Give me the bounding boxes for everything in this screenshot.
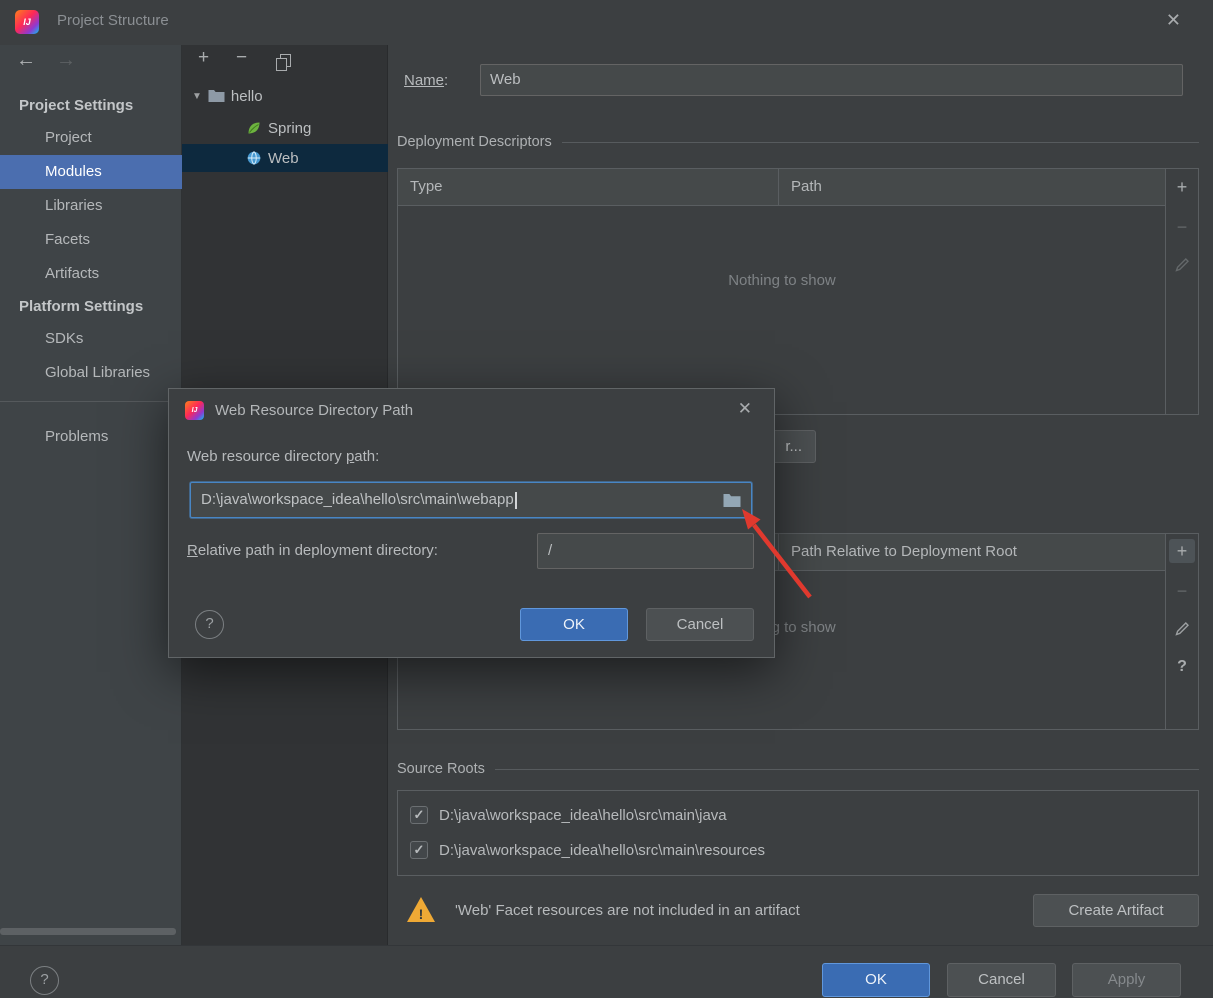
ok-button[interactable]: OK [822,963,930,997]
section-title: Source Roots [397,761,485,777]
source-roots-list: ✓ D:\java\workspace_idea\hello\src\main\… [397,790,1199,876]
deployment-descriptors-table: Type Path Nothing to show + − [397,168,1199,415]
sidebar-item-global-libraries[interactable]: Global Libraries [0,356,182,390]
web-resource-directory-dialog: IJ Web Resource Directory Path ✕ Web res… [168,388,775,658]
sidebar-item-sdks[interactable]: SDKs [0,322,182,356]
column-header-path-relative: Path Relative to Deployment Root [791,543,1017,560]
warning-text: 'Web' Facet resources are not included i… [455,902,800,919]
window-close-icon[interactable]: ✕ [1166,10,1181,31]
edit-icon[interactable] [1166,617,1198,641]
facet-name-input[interactable]: Web [480,64,1183,96]
forward-icon[interactable]: → [56,49,76,72]
help-button[interactable]: ? [30,966,59,995]
tree-node-web[interactable]: Web [182,144,388,172]
section-line [494,768,1199,770]
web-globe-icon [246,150,262,166]
tree-add-icon[interactable]: + [198,47,209,69]
help-icon[interactable]: ? [1166,655,1198,679]
sidebar-item-artifacts[interactable]: Artifacts [0,257,182,291]
table-header-row: Type Path [398,169,1166,206]
section-title: Deployment Descriptors [397,134,552,150]
tree-node-label: hello [230,87,263,105]
chevron-expanded-icon[interactable]: ▼ [192,91,202,102]
dialog-footer: ? OK Cancel Apply [0,945,1213,998]
remove-icon[interactable]: − [1166,579,1198,603]
intellij-logo-text: IJ [191,407,198,414]
dialog-title: Web Resource Directory Path [215,402,414,419]
tree-node-label: Spring [268,119,312,137]
name-label: Name: [404,72,449,89]
sidebar-item-problems[interactable]: Problems [0,420,182,454]
section-line [561,141,1199,143]
relative-path-label: Relative path in deployment directory: [187,542,438,559]
relative-path-value: / [548,542,553,559]
add-icon[interactable]: + [1169,539,1195,563]
relative-path-input[interactable]: / [537,533,754,569]
check-icon: ✓ [413,842,425,857]
dialog-ok-button[interactable]: OK [520,608,628,641]
web-resource-path-label: Web resource directory path: [187,448,380,465]
source-root-path: D:\java\workspace_idea\hello\src\main\re… [439,841,765,859]
column-header-type: Type [398,169,779,205]
sidebar-scrollbar[interactable] [0,928,176,935]
tree-node-label: Web [268,149,299,167]
checkbox-checked[interactable]: ✓ [410,841,428,859]
window-titlebar: IJ Project Structure ✕ [0,0,1213,45]
sidebar-section-platform-settings: Platform Settings [19,298,144,315]
intellij-logo-icon: IJ [185,401,204,420]
text-caret [514,491,517,509]
tree-node-hello[interactable]: ▼ hello [182,82,388,110]
warning-exclamation: ! [418,906,424,922]
sidebar-item-modules[interactable]: Modules [0,155,182,189]
intellij-logo-text: IJ [23,17,31,27]
table-toolbar: + − [1165,169,1198,414]
checkbox-checked[interactable]: ✓ [410,806,428,824]
source-root-row: ✓ D:\java\workspace_idea\hello\src\main\… [398,798,1198,832]
web-resource-path-input[interactable]: D:\java\workspace_idea\hello\src\main\we… [190,482,752,518]
table-toolbar: + − ? [1165,534,1198,729]
empty-state-text: Nothing to show [728,272,836,289]
sidebar-section-project-settings: Project Settings [19,97,134,114]
sidebar: ← → Project Settings Project Modules Lib… [0,45,182,945]
section-deployment-descriptors: Deployment Descriptors [397,129,1199,155]
web-resource-path-value: D:\java\workspace_idea\hello\src\main\we… [201,491,514,508]
remove-icon[interactable]: − [1166,215,1198,239]
browse-folder-icon[interactable] [723,493,741,508]
tree-node-spring[interactable]: Spring [182,114,388,142]
sidebar-divider [0,401,182,402]
back-icon[interactable]: ← [16,49,36,72]
dialog-close-icon[interactable]: ✕ [738,399,752,419]
source-root-path: D:\java\workspace_idea\hello\src\main\ja… [439,806,727,824]
spring-leaf-icon [246,120,262,136]
section-source-roots: Source Roots [397,756,1199,782]
copy-icon[interactable] [276,54,292,71]
dialog-cancel-button[interactable]: Cancel [646,608,754,641]
folder-icon [208,89,225,103]
add-icon[interactable]: + [1166,175,1198,199]
sidebar-item-facets[interactable]: Facets [0,223,182,257]
project-structure-window: IJ Project Structure ✕ ← → Project Setti… [0,0,1213,998]
window-title: Project Structure [57,12,169,29]
column-header-path: Path [791,178,822,195]
edit-icon[interactable] [1166,253,1198,277]
tree-remove-icon[interactable]: − [236,47,247,69]
intellij-logo-icon: IJ [15,10,39,34]
sidebar-item-libraries[interactable]: Libraries [0,189,182,223]
cancel-button[interactable]: Cancel [947,963,1056,997]
apply-button[interactable]: Apply [1072,963,1181,997]
warning-icon: ! [407,897,435,922]
dialog-help-button[interactable]: ? [195,610,224,639]
source-root-row: ✓ D:\java\workspace_idea\hello\src\main\… [398,833,1198,867]
sidebar-item-project[interactable]: Project [0,121,182,155]
create-artifact-button[interactable]: Create Artifact [1033,894,1199,927]
facet-name-value: Web [490,71,521,88]
check-icon: ✓ [413,807,425,822]
